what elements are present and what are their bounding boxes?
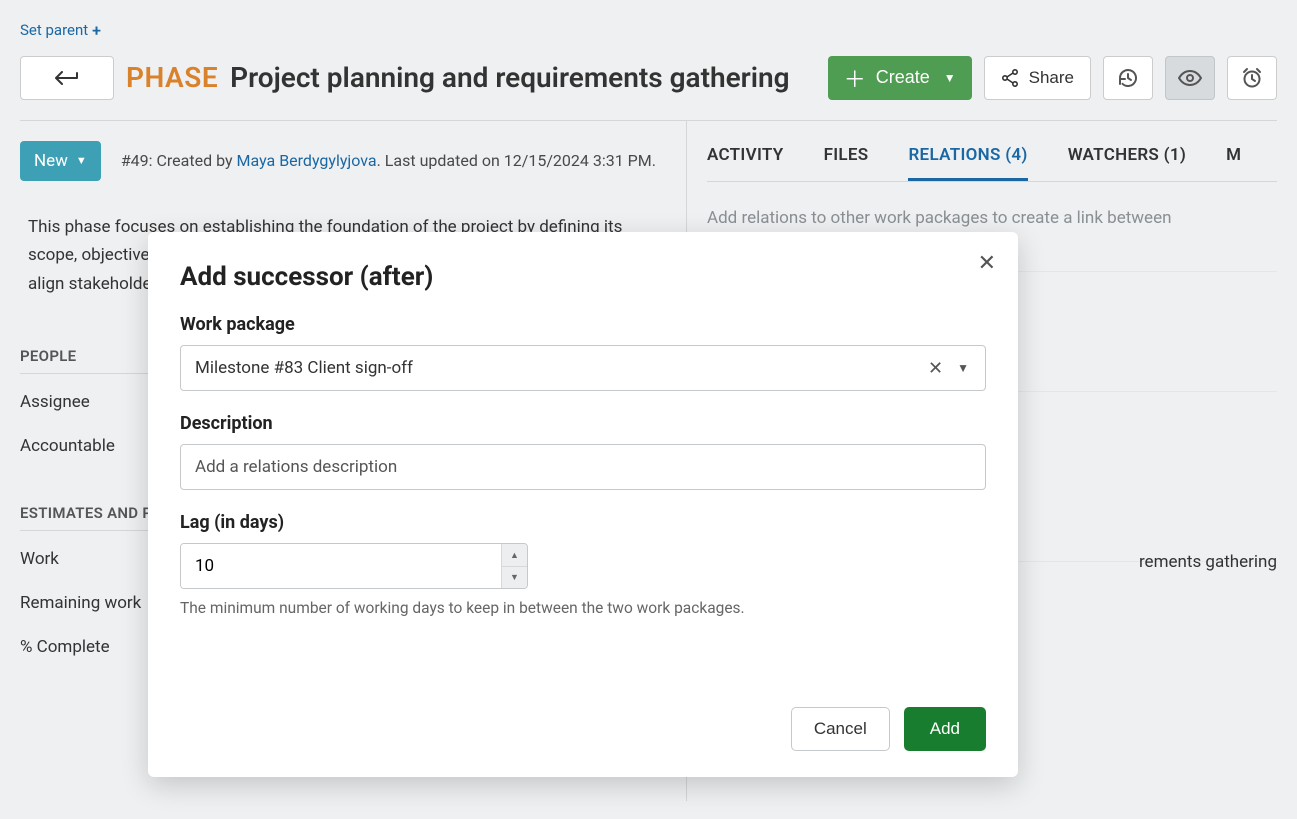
tab-activity[interactable]: ACTIVITY <box>707 131 784 181</box>
tab-watchers[interactable]: WATCHERS (1) <box>1068 131 1186 181</box>
alarm-clock-icon <box>1241 67 1263 89</box>
plus-icon: ＋ <box>844 62 866 94</box>
spinner-down-button[interactable]: ▼ <box>502 567 527 589</box>
chevron-down-icon: ▼ <box>944 71 956 85</box>
back-arrow-icon <box>55 71 79 85</box>
set-parent-link[interactable]: Set parent + <box>20 21 101 40</box>
status-label: New <box>34 151 68 171</box>
work-package-selected-value: Milestone #83 Client sign-off <box>195 358 920 378</box>
share-button[interactable]: Share <box>984 56 1091 100</box>
modal-title: Add successor (after) <box>180 262 986 292</box>
set-parent-label: Set parent <box>20 21 88 39</box>
chevron-down-icon: ▼ <box>76 154 87 167</box>
watch-button[interactable] <box>1165 56 1215 100</box>
create-label: Create <box>876 67 930 88</box>
lag-hint: The minimum number of working days to ke… <box>180 599 986 617</box>
work-package-field-label: Work package <box>180 314 986 335</box>
tabs: ACTIVITY FILES RELATIONS (4) WATCHERS (1… <box>707 131 1277 182</box>
author-link[interactable]: Maya Berdygylyjova <box>237 151 377 170</box>
number-spinner: ▲ ▼ <box>501 544 527 588</box>
back-button[interactable] <box>20 56 114 100</box>
reminder-button[interactable] <box>1227 56 1277 100</box>
tab-files[interactable]: FILES <box>824 131 869 181</box>
lag-input-wrapper: ▲ ▼ <box>180 543 528 589</box>
spinner-up-button[interactable]: ▲ <box>502 544 527 567</box>
create-button[interactable]: ＋ Create ▼ <box>828 56 972 100</box>
status-selector[interactable]: New ▼ <box>20 141 101 181</box>
lag-input[interactable] <box>181 544 501 588</box>
page-title[interactable]: Project planning and requirements gather… <box>230 61 790 94</box>
add-successor-modal: ✕ Add successor (after) Work package Mil… <box>148 232 1018 777</box>
lag-field-label: Lag (in days) <box>180 512 986 533</box>
description-input[interactable] <box>180 444 986 490</box>
work-package-combobox[interactable]: Milestone #83 Client sign-off ✕ ▼ <box>180 345 986 391</box>
work-package-type: PHASE <box>126 61 218 94</box>
clear-selection-button[interactable]: ✕ <box>920 354 951 383</box>
share-icon <box>1001 69 1019 87</box>
plus-icon: + <box>92 21 101 40</box>
chevron-down-icon[interactable]: ▼ <box>951 357 975 379</box>
eye-icon <box>1178 70 1202 86</box>
description-field-label: Description <box>180 413 986 434</box>
header-row: PHASE Project planning and requirements … <box>20 56 1277 100</box>
share-label: Share <box>1029 68 1074 88</box>
remaining-work-label: Remaining work <box>20 593 150 613</box>
activity-history-button[interactable] <box>1103 56 1153 100</box>
add-button[interactable]: Add <box>904 707 986 751</box>
close-button[interactable]: ✕ <box>978 250 996 276</box>
tab-more[interactable]: M <box>1226 131 1241 181</box>
history-icon <box>1117 67 1139 89</box>
meta-line: #49: Created by Maya Berdygylyjova. Last… <box>121 151 656 170</box>
tab-relations[interactable]: RELATIONS (4) <box>908 131 1027 181</box>
cancel-button[interactable]: Cancel <box>791 707 890 751</box>
close-icon: ✕ <box>978 250 996 275</box>
